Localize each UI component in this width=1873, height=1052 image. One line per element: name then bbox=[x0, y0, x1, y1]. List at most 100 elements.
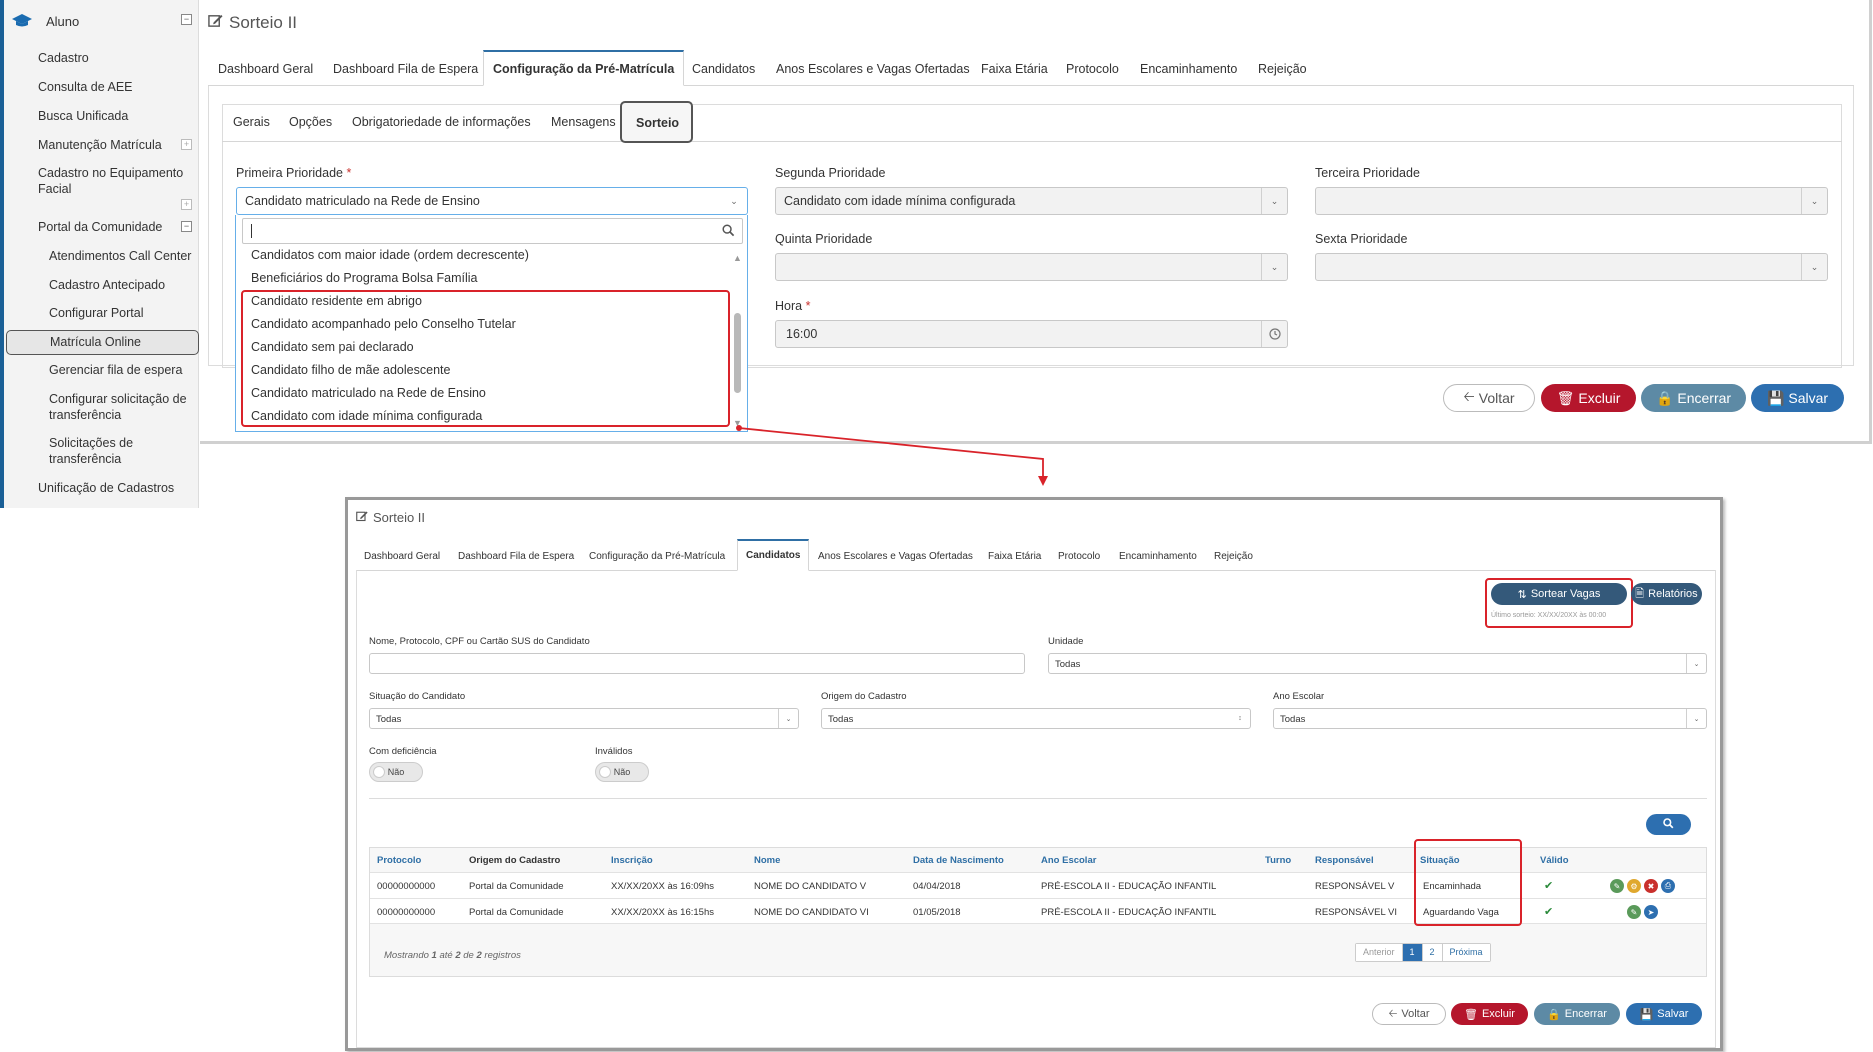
tab-encaminhamento[interactable]: Encaminhamento bbox=[1119, 551, 1197, 562]
search-button[interactable] bbox=[1646, 814, 1691, 835]
tab-configuracao-pre-matricula[interactable]: Configuração da Pré-Matrícula bbox=[483, 50, 685, 86]
document-icon: 🗎 bbox=[1635, 587, 1645, 600]
subtab-opcoes[interactable]: Opções bbox=[289, 115, 332, 129]
segunda-prioridade-label: Segunda Prioridade bbox=[775, 166, 886, 180]
col-ano-escolar[interactable]: Ano Escolar bbox=[1041, 855, 1096, 866]
subtab-mensagens[interactable]: Mensagens bbox=[551, 115, 616, 129]
sidebar-item-consulta-aee[interactable]: Consulta de AEE bbox=[38, 79, 133, 95]
sidebar-item-atendimentos-call-center[interactable]: Atendimentos Call Center bbox=[49, 248, 191, 264]
salvar-button[interactable]: 💾 Salvar bbox=[1626, 1003, 1702, 1025]
sidebar-item-manutencao-matricula[interactable]: Manutenção Matrícula bbox=[38, 137, 162, 153]
hora-label: Hora * bbox=[775, 299, 811, 313]
tab-dashboard-geral[interactable]: Dashboard Geral bbox=[218, 62, 313, 76]
encerrar-label: Encerrar bbox=[1677, 390, 1732, 406]
encerrar-button[interactable]: 🔒 Encerrar bbox=[1641, 384, 1746, 412]
dropdown-option[interactable]: Beneficiários do Programa Bolsa Família bbox=[251, 271, 478, 285]
tab-configuracao-pre-matricula[interactable]: Configuração da Pré-Matrícula bbox=[589, 551, 725, 562]
excluir-button[interactable]: 🗑 Excluir bbox=[1541, 384, 1636, 412]
tab-candidatos[interactable]: Candidatos bbox=[692, 62, 755, 76]
sortear-vagas-button[interactable]: ⇅ Sortear Vagas bbox=[1491, 583, 1627, 605]
tab-rejeicao[interactable]: Rejeição bbox=[1214, 551, 1253, 562]
gear-icon[interactable]: ⚙ bbox=[1627, 879, 1641, 893]
tab-candidatos[interactable]: Candidatos bbox=[737, 539, 810, 571]
pager-anterior[interactable]: Anterior bbox=[1356, 944, 1403, 961]
sidebar-item-unificacao-cadastros[interactable]: Unificação de Cadastros bbox=[38, 480, 174, 496]
expand-icon[interactable]: + bbox=[181, 199, 192, 210]
sidebar-item-gerenciar-fila[interactable]: Gerenciar fila de espera bbox=[49, 362, 182, 378]
col-turno[interactable]: Turno bbox=[1265, 855, 1291, 866]
dropdown-option[interactable]: Candidatos com maior idade (ordem decres… bbox=[251, 248, 529, 262]
tab-encaminhamento[interactable]: Encaminhamento bbox=[1140, 62, 1237, 76]
edit-icon[interactable]: ✎ bbox=[1627, 905, 1641, 919]
quinta-prioridade-select[interactable]: ⌄ bbox=[775, 253, 1288, 281]
nome-input[interactable] bbox=[369, 653, 1025, 674]
col-valido[interactable]: Válido bbox=[1540, 855, 1569, 866]
ano-escolar-select[interactable]: Todas ⌄ bbox=[1273, 708, 1707, 729]
sidebar-item-configurar-transferencia[interactable]: Configurar solicitação de transferência bbox=[49, 391, 194, 423]
send-icon[interactable]: ➤ bbox=[1644, 905, 1658, 919]
subtab-gerais[interactable]: Gerais bbox=[233, 115, 270, 129]
voltar-button[interactable]: 🡠 Voltar bbox=[1443, 384, 1535, 412]
subtab-obrigatoriedade[interactable]: Obrigatoriedade de informações bbox=[352, 115, 531, 129]
scroll-down-icon[interactable]: ▼ bbox=[733, 418, 742, 428]
col-inscricao[interactable]: Inscrição bbox=[611, 855, 653, 866]
sidebar-item-portal-comunidade[interactable]: Portal da Comunidade bbox=[38, 219, 162, 235]
tab-anos-escolares[interactable]: Anos Escolares e Vagas Ofertadas bbox=[776, 62, 970, 76]
tab-rejeicao[interactable]: Rejeição bbox=[1258, 62, 1307, 76]
tab-protocolo[interactable]: Protocolo bbox=[1058, 551, 1100, 562]
scroll-up-icon[interactable]: ▲ bbox=[733, 253, 742, 263]
sidebar-item-cadastro[interactable]: Cadastro bbox=[38, 50, 89, 66]
tab-faixa-etaria[interactable]: Faixa Etária bbox=[981, 62, 1048, 76]
hora-input[interactable]: 16:00 bbox=[775, 320, 1288, 348]
tab-dashboard-geral[interactable]: Dashboard Geral bbox=[364, 551, 440, 562]
scroll-thumb[interactable] bbox=[734, 313, 741, 393]
dropdown-search-input[interactable] bbox=[242, 218, 743, 244]
sidebar-item-busca-unificada[interactable]: Busca Unificada bbox=[38, 108, 128, 124]
sidebar-item-cadastro-equipamento-facial[interactable]: Cadastro no Equipamento Facial bbox=[38, 165, 188, 197]
edit-icon[interactable]: ✎ bbox=[1610, 879, 1624, 893]
table-footer-count: Mostrando 1 até 2 de 2 registros bbox=[384, 950, 521, 961]
pager-page-1[interactable]: 1 bbox=[1402, 944, 1423, 961]
collapse-icon[interactable]: − bbox=[181, 14, 192, 25]
tab-protocolo[interactable]: Protocolo bbox=[1066, 62, 1119, 76]
sort-icon: ⇅ bbox=[1517, 588, 1527, 601]
deficiencia-toggle[interactable]: Não bbox=[369, 762, 423, 782]
sexta-prioridade-select[interactable]: ⌄ bbox=[1315, 253, 1828, 281]
tab-faixa-etaria[interactable]: Faixa Etária bbox=[988, 551, 1041, 562]
tab-dashboard-fila[interactable]: Dashboard Fila de Espera bbox=[333, 62, 478, 76]
sidebar-item-configurar-portal[interactable]: Configurar Portal bbox=[49, 305, 144, 321]
sidebar-header[interactable]: Aluno bbox=[12, 10, 197, 32]
origem-select[interactable]: Todas ↕ bbox=[821, 708, 1251, 729]
terceira-prioridade-select[interactable]: ⌄ bbox=[1315, 187, 1828, 215]
sidebar-item-cadastro-antecipado[interactable]: Cadastro Antecipado bbox=[49, 277, 165, 293]
col-nome[interactable]: Nome bbox=[754, 855, 780, 866]
sidebar-item-solicitacoes-transferencia[interactable]: Solicitações de transferência bbox=[49, 435, 169, 467]
chevron-down-icon: ⌄ bbox=[1801, 188, 1827, 214]
dropdown-scrollbar[interactable]: ▲ ▼ bbox=[733, 253, 743, 428]
tab-anos-escolares[interactable]: Anos Escolares e Vagas Ofertadas bbox=[818, 551, 973, 562]
segunda-prioridade-select[interactable]: Candidato com idade mínima configurada ⌄ bbox=[775, 187, 1288, 215]
voltar-button[interactable]: 🡠 Voltar bbox=[1372, 1003, 1446, 1025]
primeira-prioridade-select[interactable]: Candidato matriculado na Rede de Ensino … bbox=[236, 187, 748, 215]
encerrar-button[interactable]: 🔒 Encerrar bbox=[1534, 1003, 1620, 1025]
ultimo-sorteio-text: Último sorteio: XX/XX/20XX às 00:00 bbox=[1491, 612, 1607, 619]
expand-icon[interactable]: + bbox=[181, 139, 192, 150]
col-responsavel[interactable]: Responsável bbox=[1315, 855, 1374, 866]
col-data-nascimento[interactable]: Data de Nascimento bbox=[913, 855, 1004, 866]
col-protocolo[interactable]: Protocolo bbox=[377, 855, 421, 866]
close-icon[interactable]: ✖ bbox=[1644, 879, 1658, 893]
arrow-left-icon: 🡠 bbox=[1463, 388, 1475, 404]
relatorios-button[interactable]: 🗎 Relatórios bbox=[1631, 583, 1702, 605]
sidebar-item-matricula-online[interactable]: Matrícula Online bbox=[6, 330, 199, 355]
excluir-button[interactable]: 🗑 Excluir bbox=[1451, 1003, 1528, 1025]
unidade-select[interactable]: Todas ⌄ bbox=[1048, 653, 1707, 674]
situacao-select[interactable]: Todas ⌄ bbox=[369, 708, 799, 729]
tab-dashboard-fila[interactable]: Dashboard Fila de Espera bbox=[458, 551, 574, 562]
pager-page-2[interactable]: 2 bbox=[1422, 944, 1443, 961]
salvar-button[interactable]: 💾 Salvar bbox=[1751, 384, 1844, 412]
subtab-sorteio[interactable]: Sorteio bbox=[620, 101, 693, 143]
pager-proxima[interactable]: Próxima bbox=[1442, 944, 1490, 961]
print-icon[interactable]: ⎙ bbox=[1661, 879, 1675, 893]
collapse-icon[interactable]: − bbox=[181, 221, 192, 232]
invalidos-toggle[interactable]: Não bbox=[595, 762, 649, 782]
